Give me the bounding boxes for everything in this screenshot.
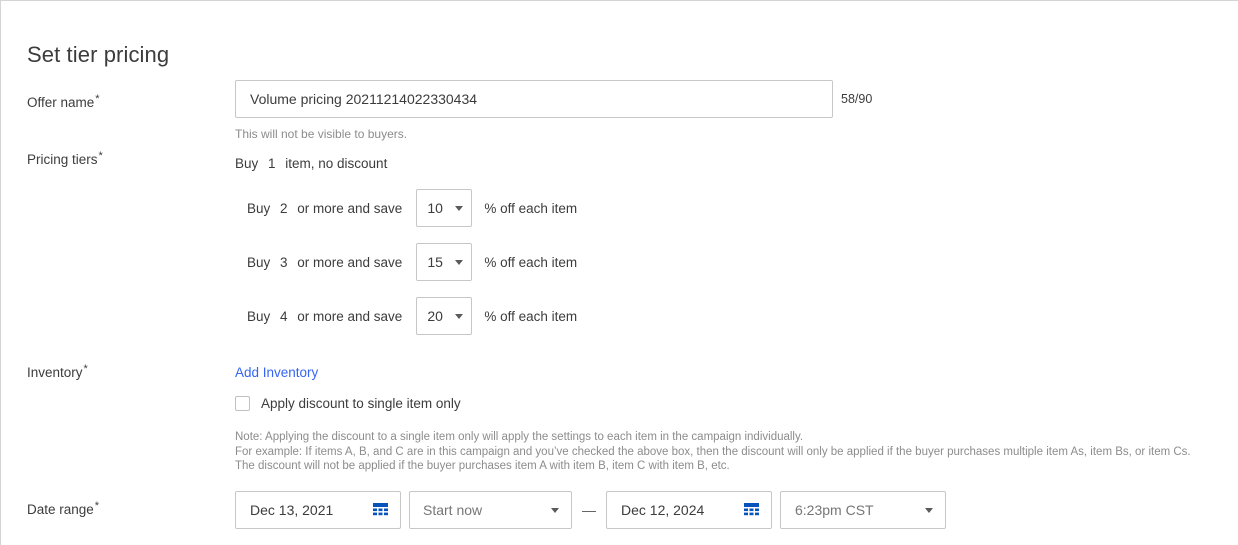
date-range-separator: — xyxy=(572,502,606,518)
inventory-label-text: Inventory xyxy=(27,365,83,380)
offer-name-label-text: Offer name xyxy=(27,95,94,110)
tier-discount-value: 20 xyxy=(427,308,443,324)
inventory-note-line-3: The discount will not be applied if the … xyxy=(235,459,1191,474)
start-date-field[interactable]: Dec 13, 2021 xyxy=(235,491,401,529)
required-asterisk: * xyxy=(95,93,99,105)
calendar-icon xyxy=(373,503,388,517)
start-when-select[interactable]: Start now xyxy=(409,491,572,529)
required-asterisk: * xyxy=(99,150,103,162)
tier-buy-word: Buy xyxy=(247,255,270,270)
offer-name-field-area xyxy=(235,80,833,118)
chevron-down-icon xyxy=(455,206,463,211)
set-tier-pricing-form: Set tier pricing Offer name* 58/90 This … xyxy=(0,0,1238,545)
tier-suffix: % off each item xyxy=(484,255,577,270)
tier-discount-select[interactable]: 20 xyxy=(416,297,472,335)
calendar-icon xyxy=(744,503,759,517)
tier-description: item, no discount xyxy=(285,156,387,171)
pricing-tier-row: Buy 1 item, no discount xyxy=(235,156,387,171)
inventory-label: Inventory* xyxy=(27,365,88,380)
inventory-note: Note: Applying the discount to a single … xyxy=(235,430,1191,474)
pricing-tiers-label: Pricing tiers* xyxy=(27,152,103,167)
tier-suffix: % off each item xyxy=(484,201,577,216)
start-when-value: Start now xyxy=(423,502,482,518)
tier-quantity: 3 xyxy=(279,255,288,270)
tier-description: or more and save xyxy=(297,309,402,324)
add-inventory-link[interactable]: Add Inventory xyxy=(235,365,318,380)
page-title: Set tier pricing xyxy=(27,41,169,69)
single-item-discount-label[interactable]: Apply discount to single item only xyxy=(261,396,461,411)
tier-quantity: 2 xyxy=(279,201,288,216)
offer-name-char-counter: 58/90 xyxy=(841,92,872,106)
chevron-down-icon xyxy=(925,508,933,513)
tier-buy-word: Buy xyxy=(247,309,270,324)
offer-name-label: Offer name* xyxy=(27,95,100,110)
single-item-discount-checkbox-row: Apply discount to single item only xyxy=(235,396,461,411)
tier-discount-value: 15 xyxy=(427,254,443,270)
inventory-note-line-1: Note: Applying the discount to a single … xyxy=(235,430,1191,445)
tier-quantity: 4 xyxy=(279,309,288,324)
offer-name-input[interactable] xyxy=(235,80,833,118)
tier-discount-select[interactable]: 10 xyxy=(416,189,472,227)
required-asterisk: * xyxy=(84,363,88,375)
inventory-note-line-2: For example: If items A, B, and C are in… xyxy=(235,445,1191,460)
tier-buy-word: Buy xyxy=(235,156,258,171)
single-item-discount-checkbox[interactable] xyxy=(235,396,250,411)
end-time-select[interactable]: 6:23pm CST xyxy=(780,491,946,529)
end-date-field[interactable]: Dec 12, 2024 xyxy=(606,491,772,529)
tier-buy-word: Buy xyxy=(247,201,270,216)
end-date-value: Dec 12, 2024 xyxy=(621,502,704,518)
tier-description: or more and save xyxy=(297,255,402,270)
pricing-tier-row: Buy 4 or more and save 20 % off each ite… xyxy=(247,297,577,335)
chevron-down-icon xyxy=(551,508,559,513)
chevron-down-icon xyxy=(455,314,463,319)
date-range-label-text: Date range xyxy=(27,502,94,517)
date-range-label: Date range* xyxy=(27,502,99,517)
date-range-controls: Dec 13, 2021 Start now — Dec 12, 2024 xyxy=(235,491,946,529)
pricing-tier-row: Buy 2 or more and save 10 % off each ite… xyxy=(247,189,577,227)
tier-suffix: % off each item xyxy=(484,309,577,324)
chevron-down-icon xyxy=(455,260,463,265)
start-date-value: Dec 13, 2021 xyxy=(250,502,333,518)
tier-discount-select[interactable]: 15 xyxy=(416,243,472,281)
tier-discount-value: 10 xyxy=(427,200,443,216)
tier-description: or more and save xyxy=(297,201,402,216)
pricing-tier-row: Buy 3 or more and save 15 % off each ite… xyxy=(247,243,577,281)
offer-name-helper-text: This will not be visible to buyers. xyxy=(235,127,407,141)
pricing-tiers-label-text: Pricing tiers xyxy=(27,152,98,167)
end-time-value: 6:23pm CST xyxy=(795,502,874,518)
tier-quantity: 1 xyxy=(267,156,276,171)
required-asterisk: * xyxy=(95,500,99,512)
